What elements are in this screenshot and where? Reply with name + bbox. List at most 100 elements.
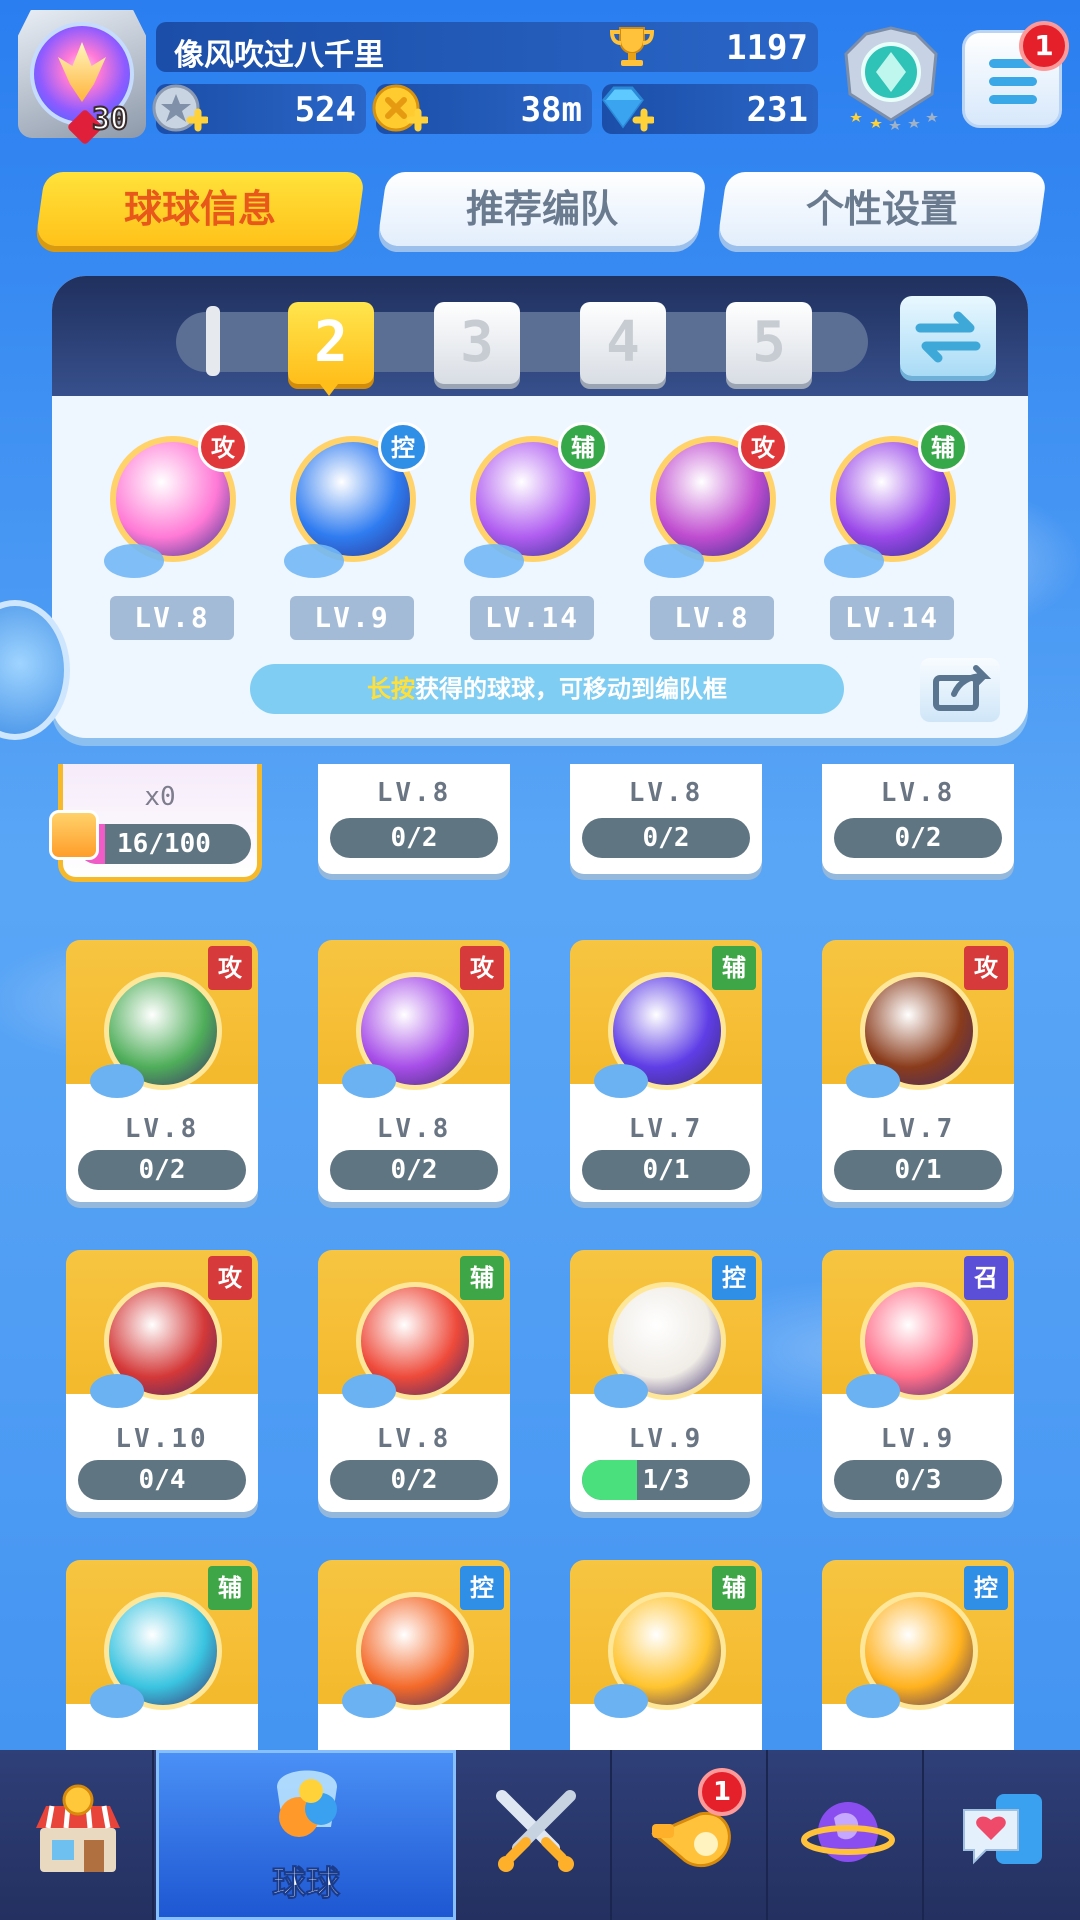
player-avatar[interactable]: 30 <box>8 6 156 146</box>
card-wave <box>570 1710 762 1750</box>
fragment-card[interactable]: x0 16/100 <box>49 764 262 882</box>
team-slot-1[interactable] <box>206 306 220 376</box>
role-badge: 控 <box>460 1566 504 1610</box>
nav-social[interactable] <box>926 1750 1080 1920</box>
card-level: LV.8 <box>376 1114 452 1144</box>
ball-card[interactable]: 控 LV.9 1/3 <box>570 1250 762 1512</box>
ball-card-partial[interactable]: LV.8 0/2 <box>318 764 510 874</box>
card-progress-bar: 0/4 <box>78 1460 246 1500</box>
shop-icon <box>36 1784 120 1872</box>
card-progress-text: 0/2 <box>894 823 942 853</box>
gold-currency[interactable]: 38m <box>372 84 592 134</box>
team-ball-2[interactable]: 控 <box>282 422 428 578</box>
ball-card-partial[interactable]: LV.8 0/2 <box>822 764 1014 874</box>
role-badge: 控 <box>964 1566 1008 1610</box>
tab-recommended-team[interactable]: 推荐编队 <box>376 172 708 246</box>
nav-balls[interactable]: 球球 <box>156 1750 456 1920</box>
silver-currency[interactable]: 524 <box>152 84 366 134</box>
card-level: LV.8 <box>376 778 452 808</box>
tab-label: 个性设置 <box>805 187 958 231</box>
menu-button[interactable]: 1 <box>962 21 1069 128</box>
wing-decoration <box>846 1064 900 1098</box>
gem-currency[interactable]: 231 <box>602 84 818 134</box>
wing-decoration <box>90 1684 144 1718</box>
role-badge: 辅 <box>918 422 968 472</box>
card-level: LV.10 <box>115 1424 209 1454</box>
card-level: LV.9 <box>880 1424 956 1454</box>
fragment-progress-text: 16/100 <box>117 829 211 859</box>
team-slot-3[interactable]: 3 <box>434 302 520 384</box>
role-badge: 攻 <box>460 946 504 990</box>
card-progress-text: 0/2 <box>642 823 690 853</box>
card-level: LV.7 <box>628 1114 704 1144</box>
card-progress-bar: 0/2 <box>582 818 750 858</box>
role-badge: 辅 <box>460 1256 504 1300</box>
nav-planet[interactable] <box>770 1750 924 1920</box>
silver-coin-plus-icon <box>152 84 208 132</box>
team-ball-1[interactable]: 攻 <box>102 422 248 578</box>
wing-decoration <box>594 1684 648 1718</box>
team-ball-3[interactable]: 辅 <box>462 422 608 578</box>
team-slot-2[interactable]: 2 <box>288 302 374 384</box>
ball-card-partial[interactable]: LV.8 0/2 <box>570 764 762 874</box>
nav-whistle[interactable]: 1 <box>614 1750 768 1920</box>
wing-decoration <box>104 544 164 578</box>
ball-card[interactable]: 攻 LV.7 0/1 <box>822 940 1014 1202</box>
card-progress-bar: 0/1 <box>834 1150 1002 1190</box>
card-progress-text: 0/3 <box>894 1465 942 1495</box>
heart-chat-icon <box>963 1794 1042 1865</box>
ball-card[interactable]: 辅 LV.7 0/1 <box>570 940 762 1202</box>
ball-card[interactable]: 控 <box>318 1560 510 1750</box>
card-progress-bar: 0/2 <box>834 818 1002 858</box>
share-button[interactable] <box>920 658 1000 722</box>
ball-card[interactable]: 辅 <box>66 1560 258 1750</box>
nav-shop[interactable] <box>0 1750 154 1920</box>
team-panel: 2 3 4 5 攻 LV.8 控 LV.9 辅 LV.14 攻 LV.8 辅 LV.14 长按获得… <box>52 276 1028 738</box>
card-progress-bar: 0/2 <box>78 1150 246 1190</box>
team-ball-level: LV.14 <box>470 596 594 640</box>
hint-highlight: 长按 <box>367 675 415 703</box>
card-progress-text: 0/2 <box>390 1465 438 1495</box>
rank-emblem-icon[interactable] <box>836 24 946 136</box>
wing-decoration <box>846 1374 900 1408</box>
wing-decoration <box>846 1684 900 1718</box>
tab-personal-settings[interactable]: 个性设置 <box>716 172 1048 246</box>
team-slot-5[interactable]: 5 <box>726 302 812 384</box>
swap-button[interactable] <box>900 296 996 376</box>
team-ball-4[interactable]: 攻 <box>642 422 788 578</box>
player-level: 30 <box>91 101 129 138</box>
player-name: 像风吹过八千里 <box>174 38 384 73</box>
ball-card[interactable]: 攻 LV.10 0/4 <box>66 1250 258 1512</box>
card-progress-text: 0/4 <box>138 1465 186 1495</box>
fragment-progress-bar: 16/100 <box>77 824 251 864</box>
hint-bar: 长按获得的球球，可移动到编队框 <box>250 664 844 714</box>
card-wave <box>318 1710 510 1750</box>
diamond-plus-icon <box>602 86 654 132</box>
role-badge: 辅 <box>712 946 756 990</box>
ball-card[interactable]: 攻 LV.8 0/2 <box>318 940 510 1202</box>
wing-decoration <box>284 544 344 578</box>
card-level: LV.8 <box>124 1114 200 1144</box>
bottom-navigation: 球球 1 <box>0 1750 1080 1920</box>
hint-text: 获得的球球，可移动到编队框 <box>415 675 727 703</box>
team-slot-4[interactable]: 4 <box>580 302 666 384</box>
nav-battle[interactable] <box>458 1750 612 1920</box>
ball-card[interactable]: 控 <box>822 1560 1014 1750</box>
role-badge: 攻 <box>208 946 252 990</box>
ball-card[interactable]: 召 LV.9 0/3 <box>822 1250 1014 1512</box>
card-wave <box>66 1710 258 1750</box>
role-badge: 攻 <box>208 1256 252 1300</box>
card-level: LV.8 <box>628 778 704 808</box>
wing-decoration <box>342 1374 396 1408</box>
silver-amount: 524 <box>294 90 356 130</box>
team-ball-5[interactable]: 辅 <box>822 422 968 578</box>
tab-ball-info[interactable]: 球球信息 <box>34 172 366 246</box>
ball-card[interactable]: 辅 <box>570 1560 762 1750</box>
card-progress-text: 0/2 <box>390 1155 438 1185</box>
ball-card[interactable]: 辅 LV.8 0/2 <box>318 1250 510 1512</box>
card-level: LV.7 <box>880 1114 956 1144</box>
trophy-icon <box>609 27 655 66</box>
team-slot-header: 2 3 4 5 <box>52 276 1028 396</box>
gold-amount: 38m <box>520 90 582 130</box>
ball-card[interactable]: 攻 LV.8 0/2 <box>66 940 258 1202</box>
